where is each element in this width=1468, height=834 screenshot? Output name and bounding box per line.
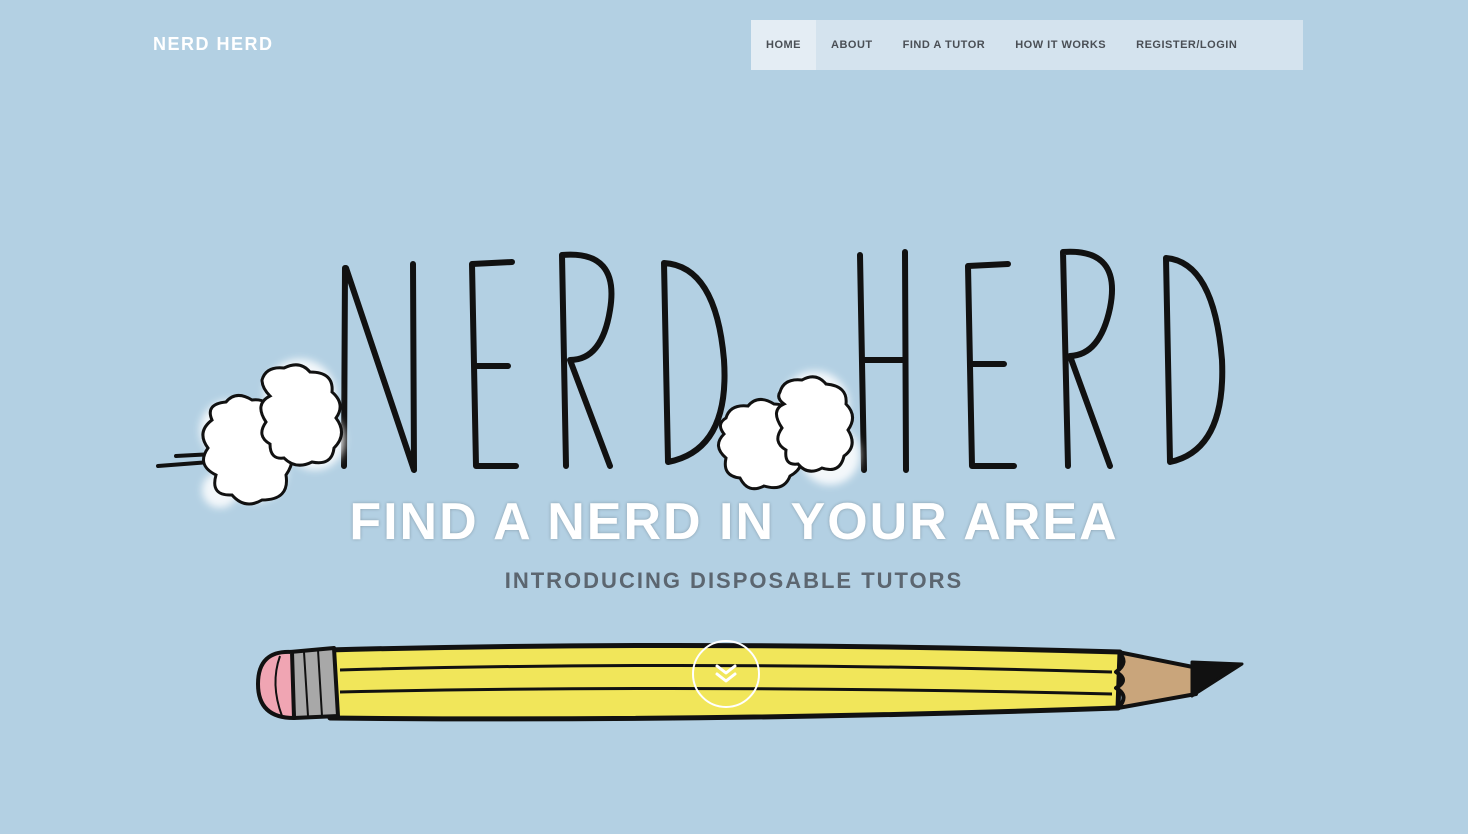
- scroll-down-button[interactable]: [692, 640, 760, 708]
- hero-subheadline: INTRODUCING DISPOSABLE TUTORS: [504, 568, 964, 593]
- left-cloud: [200, 359, 345, 508]
- middle-cloud: [717, 371, 860, 491]
- hero-illustration: [156, 248, 1244, 722]
- double-chevron-down-icon: [715, 664, 737, 683]
- hero-headline: FIND A NERD IN YOUR AREA: [349, 493, 1119, 551]
